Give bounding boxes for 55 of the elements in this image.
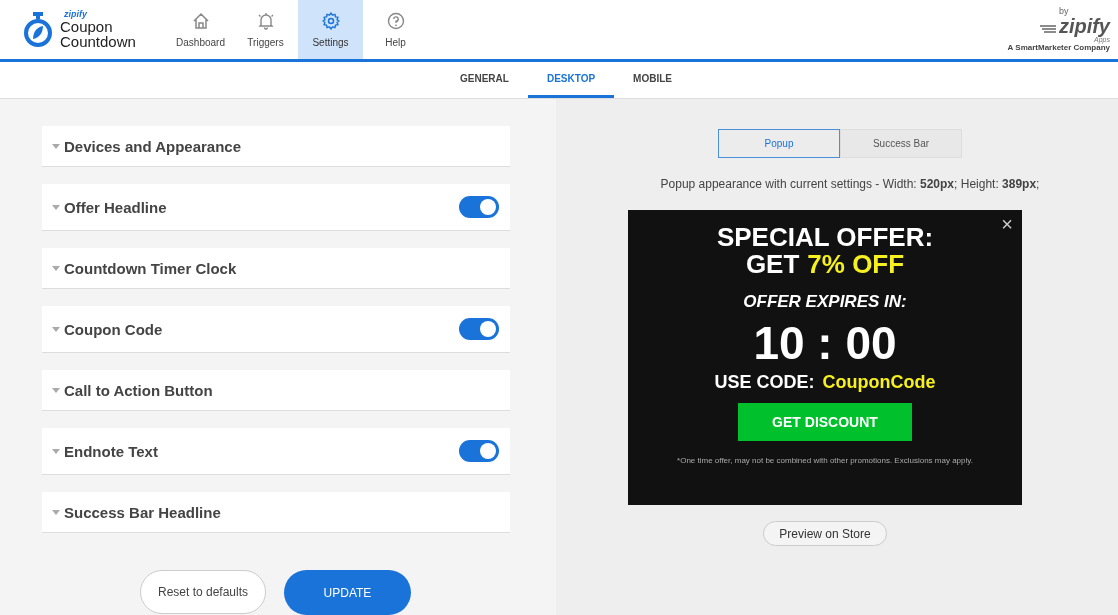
toggle-switch[interactable]: [459, 318, 499, 340]
section-title: Call to Action Button: [64, 381, 213, 399]
reset-button[interactable]: Reset to defaults: [140, 570, 266, 614]
update-button[interactable]: UPDATE: [284, 570, 411, 615]
section-title: Coupon Code: [64, 320, 163, 338]
preview-tab[interactable]: Popup: [718, 129, 840, 158]
tab[interactable]: MOBILE: [614, 62, 691, 98]
section-header[interactable]: Countdown Timer Clock: [42, 248, 510, 289]
section-title: Success Bar Headline: [64, 503, 221, 521]
stopwatch-icon: [22, 11, 54, 48]
preview-note: Popup appearance with current settings - Width: 520px; Height: 389px;: [660, 177, 1040, 191]
caret-icon: [52, 326, 60, 332]
coupon-code: CouponCode: [822, 372, 936, 394]
nav-item[interactable]: Settings: [298, 0, 363, 59]
preview-tab[interactable]: Success Bar: [840, 129, 962, 158]
partner-tagline: A SmartMarketer Company: [1007, 44, 1110, 52]
caret-icon: [52, 204, 60, 210]
preview-store-button[interactable]: Preview on Store: [763, 521, 887, 546]
speed-lines-icon: [1038, 22, 1057, 36]
bell-icon: [255, 11, 276, 31]
caret-icon: [52, 387, 60, 393]
close-icon[interactable]: ×: [1001, 214, 1013, 234]
section-header[interactable]: Endnote Text: [42, 428, 510, 475]
nav-item[interactable]: Triggers: [233, 0, 298, 59]
countdown-timer: 10 : 00: [753, 317, 897, 369]
code-label: USE CODE:: [714, 372, 815, 394]
caret-icon: [52, 448, 60, 454]
nav-item[interactable]: Dashboard: [168, 0, 233, 59]
section-title: Countdown Timer Clock: [64, 259, 237, 277]
nav-item[interactable]: Help: [363, 0, 428, 59]
caret-icon: [52, 265, 60, 271]
endnote-text: *One time offer, may not be combined with other promotions. Exclusions may apply.: [677, 456, 973, 466]
section-header[interactable]: Call to Action Button: [42, 370, 510, 411]
partner-logo-text: zipify: [1058, 16, 1110, 36]
caret-icon: [52, 509, 60, 515]
section-header[interactable]: Offer Headline: [42, 184, 510, 231]
brand-logo-text: zipify: [64, 10, 88, 19]
section-title: Offer Headline: [64, 198, 167, 216]
popup-headline: SPECIAL OFFER:: [716, 224, 934, 252]
caret-icon: [52, 143, 60, 149]
section-header[interactable]: Coupon Code: [42, 306, 510, 353]
section-header[interactable]: Success Bar Headline: [42, 492, 510, 533]
discount-text: 7% OFF: [807, 251, 905, 279]
section-header[interactable]: Devices and Appearance: [42, 126, 510, 167]
brand-name: Countdown: [60, 34, 136, 49]
tab[interactable]: GENERAL: [441, 62, 528, 98]
section-title: Endnote Text: [64, 442, 158, 460]
section-title: Devices and Appearance: [64, 137, 242, 155]
popup-headline: GET: [745, 251, 800, 279]
expires-label: OFFER EXPIRES IN:: [743, 291, 907, 312]
toggle-switch[interactable]: [459, 440, 499, 462]
help-icon: [385, 11, 406, 31]
toggle-switch[interactable]: [459, 196, 499, 218]
settings-icon: [320, 11, 341, 31]
partner-by: by: [1058, 7, 1070, 16]
